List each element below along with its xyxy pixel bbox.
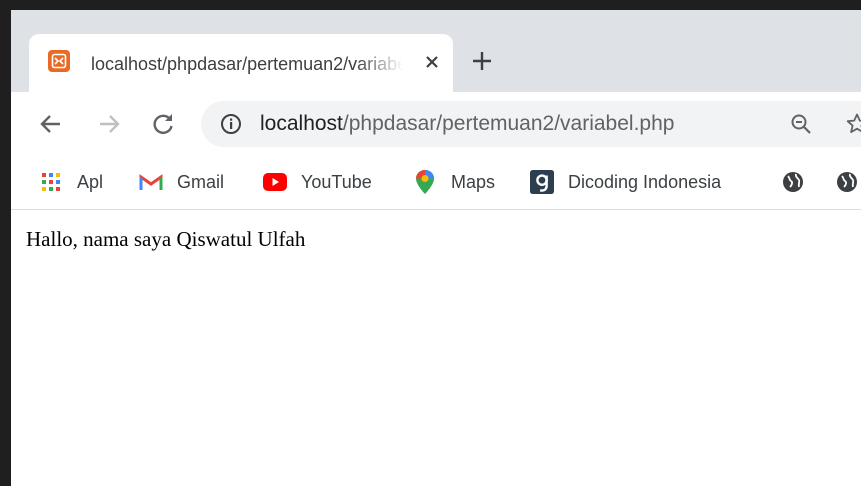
star-icon[interactable] — [845, 112, 861, 136]
window-frame-left — [0, 0, 11, 486]
page-text: Hallo, nama saya Qiswatul Ulfah — [26, 227, 306, 251]
back-button[interactable] — [35, 108, 67, 140]
bookmark-apps-label: Apl — [77, 171, 104, 192]
bookmark-youtube[interactable]: YouTube — [263, 167, 372, 197]
plus-icon — [473, 52, 491, 70]
reload-button[interactable] — [147, 108, 179, 140]
browser-tab[interactable]: localhost/phpdasar/pertemuan2/variabel.p… — [29, 34, 453, 92]
globe-icon — [835, 170, 859, 194]
url-host: localhost — [260, 112, 343, 135]
bookmark-dicoding[interactable]: Dicoding Indonesia — [530, 167, 721, 197]
reload-icon — [153, 114, 173, 134]
bookmark-maps-label: Maps — [451, 171, 496, 192]
toolbar: localhost/phpdasar/pertemuan2/variabel.p… — [11, 92, 861, 155]
new-tab-button[interactable] — [467, 46, 497, 76]
dicoding-icon — [530, 170, 554, 194]
arrow-left-icon — [40, 115, 60, 133]
address-bar[interactable]: localhost/phpdasar/pertemuan2/variabel.p… — [201, 101, 861, 147]
maps-pin-icon — [413, 170, 437, 194]
page-content: Hallo, nama saya Qiswatul Ulfah — [11, 210, 861, 486]
url-text: localhost/phpdasar/pertemuan2/variabel.p… — [260, 111, 674, 137]
bookmark-youtube-label: YouTube — [301, 171, 372, 192]
bookmarks-bar: Apl Gmail YouTube Maps Dicoding Indonesi… — [11, 155, 861, 210]
globe-icon — [781, 170, 805, 194]
tab-strip: localhost/phpdasar/pertemuan2/variabel.p… — [11, 10, 861, 92]
youtube-icon — [263, 170, 287, 194]
close-icon — [426, 56, 438, 68]
forward-button[interactable] — [93, 108, 125, 140]
info-icon[interactable] — [220, 113, 242, 135]
bookmark-dicoding-label: Dicoding Indonesia — [568, 171, 722, 192]
tab-title: localhost/phpdasar/pertemuan2/variabel.p… — [91, 54, 403, 74]
window-frame-top — [0, 0, 861, 10]
bookmark-globe-1[interactable] — [781, 167, 819, 197]
bookmark-globe-2[interactable] — [835, 167, 861, 197]
xampp-icon — [48, 50, 70, 72]
arrow-right-icon — [100, 115, 120, 133]
bookmark-apps[interactable]: Apl — [39, 167, 103, 197]
zoom-icon[interactable] — [789, 112, 813, 136]
bookmark-maps[interactable]: Maps — [413, 167, 495, 197]
bookmark-gmail[interactable]: Gmail — [139, 167, 224, 197]
apps-grid-icon — [39, 170, 63, 194]
gmail-icon — [139, 170, 163, 194]
bookmark-gmail-label: Gmail — [177, 171, 225, 192]
tab-close-button[interactable] — [419, 49, 445, 75]
url-path: /phpdasar/pertemuan2/variabel.php — [342, 112, 675, 135]
